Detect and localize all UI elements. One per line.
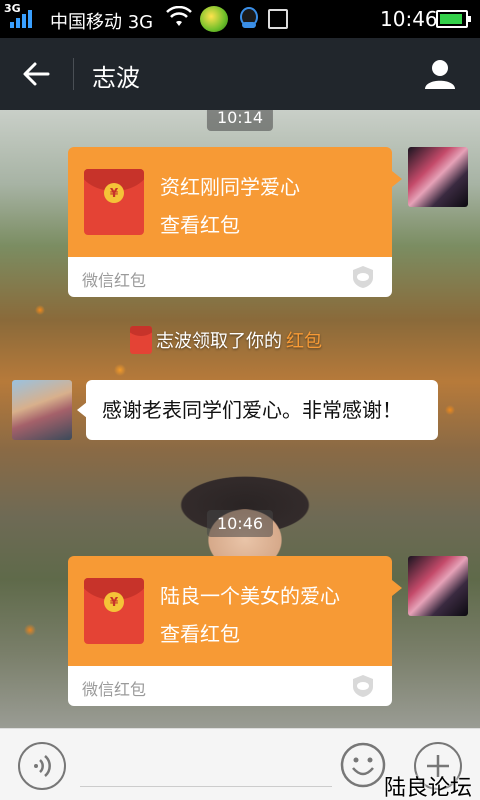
page-title: 志波 [92, 64, 140, 92]
timestamp: 10:14 [206, 110, 274, 131]
back-button[interactable] [14, 54, 58, 94]
red-packet-footer: 微信红包 [68, 257, 392, 297]
emoji-icon[interactable] [340, 742, 386, 788]
red-packet-greeting: 陆良一个美女的爱心 [160, 584, 340, 608]
image-icon [268, 9, 288, 29]
message-bubble[interactable]: 感谢老表同学们爱心。非常感谢！ [77, 380, 438, 440]
red-envelope-icon [130, 326, 152, 354]
red-packet-message[interactable]: ¥ 资红刚同学爱心 查看红包 微信红包 [68, 147, 402, 297]
yuan-coin-icon: ¥ [104, 592, 124, 612]
timestamp: 10:46 [206, 510, 274, 537]
yuan-coin-icon: ¥ [104, 183, 124, 203]
chat-header: 志波 [0, 38, 480, 110]
status-time: 10:46 [380, 7, 438, 31]
wechat-pay-logo-icon [353, 675, 373, 697]
battery-icon [436, 10, 471, 28]
notice-text: 志波领取了你的 [156, 331, 282, 352]
red-packet-message[interactable]: ¥ 陆良一个美女的爱心 查看红包 微信红包 [68, 556, 402, 706]
red-envelope-icon: ¥ [84, 169, 144, 235]
red-envelope-icon: ¥ [84, 578, 144, 644]
status-bar: 3G 中国移动 3G 10:46 [0, 0, 480, 38]
red-packet-footer: 微信红包 [68, 666, 392, 706]
red-packet-body[interactable]: ¥ 陆良一个美女的爱心 查看红包 [68, 556, 402, 666]
red-packet-greeting: 资红刚同学爱心 [160, 175, 300, 199]
voice-button[interactable] [18, 742, 66, 790]
view-red-packet-label: 查看红包 [160, 213, 240, 237]
signal-icon [10, 10, 32, 28]
contact-avatar[interactable] [12, 380, 72, 440]
message-input[interactable] [80, 743, 332, 787]
my-avatar[interactable] [408, 556, 468, 616]
person-icon [425, 60, 455, 89]
chat-info-button[interactable] [418, 54, 462, 94]
qq-icon [240, 7, 258, 28]
carrier-label: 中国移动 3G [50, 12, 154, 33]
wifi-icon [166, 6, 192, 26]
header-divider [73, 58, 74, 90]
notice-red-packet-link[interactable]: 红包 [286, 327, 322, 353]
red-packet-brand: 微信红包 [82, 271, 147, 290]
system-notice: 志波领取了你的 红包 [130, 326, 322, 354]
back-arrow-icon [23, 62, 50, 86]
chat-area[interactable]: 10:14 ¥ 资红刚同学爱心 查看红包 微信红包 志波领取了你的 红包 感谢老表… [0, 110, 480, 728]
app-notification-icon [200, 6, 228, 32]
wechat-pay-logo-icon [353, 266, 373, 288]
red-packet-brand: 微信红包 [82, 680, 147, 699]
my-avatar[interactable] [408, 147, 468, 207]
view-red-packet-label: 查看红包 [160, 622, 240, 646]
watermark: 陆良论坛 [384, 776, 473, 800]
voice-icon [34, 755, 51, 777]
red-packet-body[interactable]: ¥ 资红刚同学爱心 查看红包 [68, 147, 402, 257]
